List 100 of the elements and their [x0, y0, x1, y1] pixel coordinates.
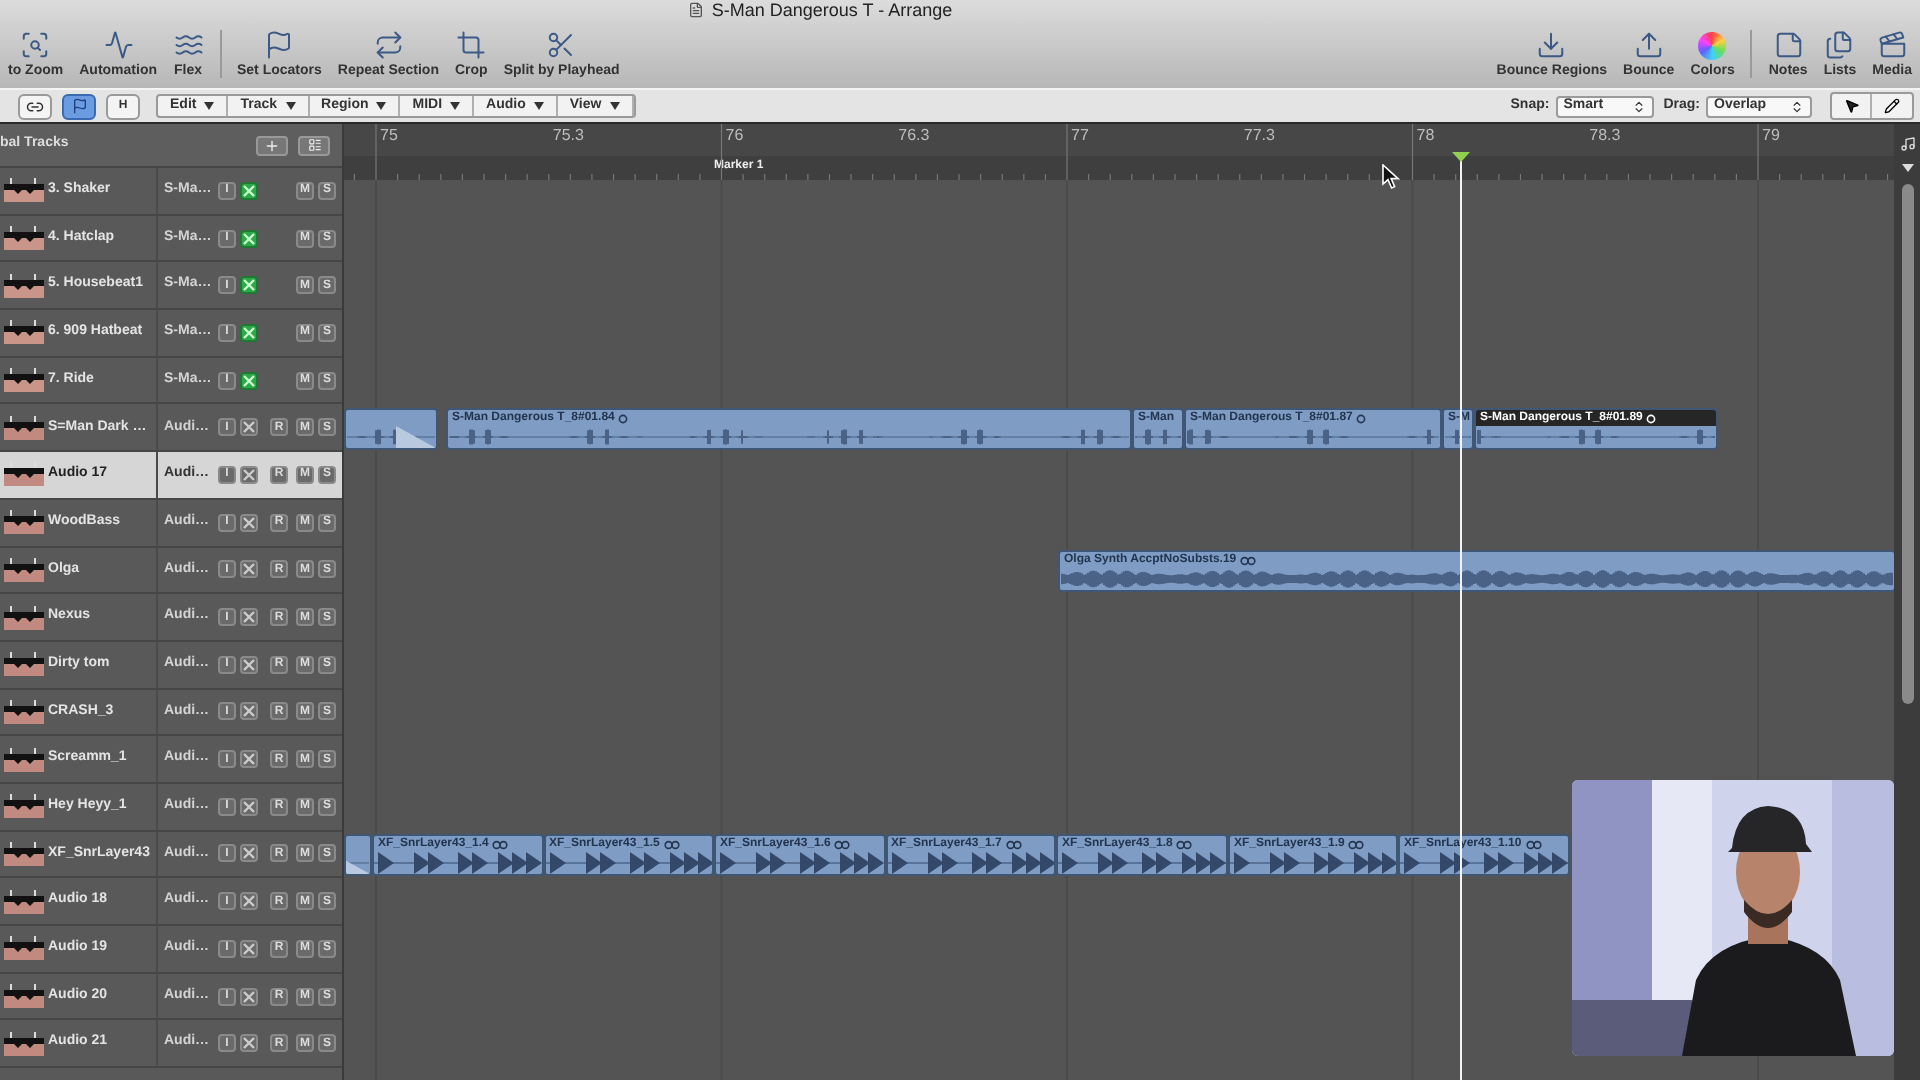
caret-icon	[376, 102, 387, 110]
cross-icon	[242, 278, 256, 293]
bar-number: 75	[380, 128, 398, 144]
audio-region[interactable]	[344, 408, 438, 450]
cross-icon	[242, 657, 256, 672]
updown-icon	[1631, 99, 1646, 113]
pointer-icon	[1843, 98, 1859, 114]
pencil-icon	[1884, 98, 1900, 114]
monitor-button[interactable]	[240, 181, 258, 200]
cross-icon	[242, 941, 256, 956]
loop-icon	[1176, 839, 1193, 850]
monitor-button[interactable]	[240, 702, 258, 721]
updown-icon	[1790, 99, 1804, 113]
monitor-button[interactable]	[240, 939, 258, 958]
cross-icon	[242, 752, 256, 767]
monitor-button[interactable]	[240, 892, 258, 911]
cross-icon	[242, 799, 256, 814]
track-options-button[interactable]	[298, 135, 330, 155]
bar-number: 76.3	[898, 128, 930, 144]
loop-icon	[492, 839, 509, 850]
scissors-icon	[546, 30, 577, 60]
cross-icon	[242, 420, 256, 435]
instrument-icon	[4, 841, 44, 866]
cross-icon	[242, 562, 256, 577]
audio-region[interactable]	[344, 834, 372, 877]
magnifier-icon	[20, 30, 51, 60]
monitor-button[interactable]	[240, 418, 258, 437]
cross-icon	[242, 183, 256, 198]
link-icon	[26, 97, 44, 115]
bar-number: 77	[1071, 128, 1089, 144]
list-icon	[307, 138, 321, 152]
monitor-button[interactable]	[240, 371, 258, 390]
circle-icon	[1356, 413, 1367, 423]
cross-icon	[242, 704, 256, 719]
mouse-cursor-icon	[1382, 164, 1400, 190]
instrument-icon	[4, 699, 44, 724]
caret-icon	[204, 102, 215, 110]
monitor-button[interactable]	[240, 1034, 258, 1053]
instrument-icon	[4, 984, 44, 1009]
instrument-icon	[4, 794, 44, 819]
loop-icon	[1525, 839, 1542, 850]
cross-icon	[242, 231, 256, 246]
caret-icon	[533, 102, 544, 110]
monitor-button[interactable]	[240, 276, 258, 295]
instrument-icon	[4, 747, 44, 772]
toggle-button[interactable]	[18, 93, 52, 119]
monitor-button[interactable]	[240, 797, 258, 816]
instrument-icon	[4, 368, 44, 393]
monitor-button[interactable]	[240, 844, 258, 863]
instrument-icon	[4, 462, 44, 487]
circle-icon	[1646, 413, 1657, 423]
bar-number: 78	[1416, 128, 1435, 144]
monitor-button[interactable]	[240, 608, 258, 627]
add-track-button[interactable]	[256, 135, 288, 155]
instrument-icon	[4, 510, 44, 535]
cross-icon	[242, 325, 256, 340]
monitor-button[interactable]	[240, 513, 258, 532]
download-icon	[1536, 30, 1567, 60]
scrollbar-thumb[interactable]	[1901, 184, 1913, 704]
cross-icon	[242, 467, 256, 482]
caret-icon	[450, 102, 461, 110]
monitor-button[interactable]	[240, 750, 258, 769]
color-wheel-icon	[1698, 32, 1727, 60]
loop-icon	[663, 839, 680, 850]
bar-number: 76	[725, 128, 744, 144]
note-icon	[1773, 30, 1804, 60]
cross-icon	[242, 515, 256, 530]
instrument-icon	[4, 1031, 44, 1056]
instrument-icon	[4, 320, 44, 345]
cross-icon	[242, 1036, 256, 1051]
cross-icon	[242, 610, 256, 625]
cross-icon	[242, 894, 256, 909]
loop-icon	[1348, 839, 1365, 850]
cross-icon	[242, 846, 256, 861]
instrument-icon	[4, 226, 44, 251]
bar-number: 78.3	[1589, 128, 1621, 144]
instrument-icon	[4, 557, 44, 582]
waveform-drawing	[1444, 426, 1472, 448]
pulse-line-icon	[103, 30, 134, 60]
instrument-icon	[4, 415, 44, 440]
instrument-icon	[4, 936, 44, 961]
toggle-button[interactable]	[62, 93, 96, 119]
bar-number: 75.3	[552, 128, 584, 144]
monitor-button[interactable]	[240, 229, 258, 248]
monitor-button[interactable]	[240, 323, 258, 342]
monitor-button[interactable]	[240, 465, 258, 484]
instrument-icon	[4, 178, 44, 203]
loop-icon	[1240, 555, 1257, 566]
upload-icon	[1633, 30, 1664, 60]
bar-number: 77.3	[1243, 128, 1275, 144]
monitor-button[interactable]	[240, 987, 258, 1006]
scroll-down-icon	[1901, 164, 1913, 172]
monitor-button[interactable]	[240, 560, 258, 579]
flag-icon	[264, 30, 295, 60]
monitor-button[interactable]	[240, 655, 258, 674]
window-title: S-Man Dangerous T - Arrange	[711, 1, 953, 19]
waves-icon	[173, 30, 203, 60]
music-note-icon	[1899, 136, 1915, 152]
cross-icon	[242, 989, 256, 1004]
instrument-icon	[4, 652, 44, 677]
